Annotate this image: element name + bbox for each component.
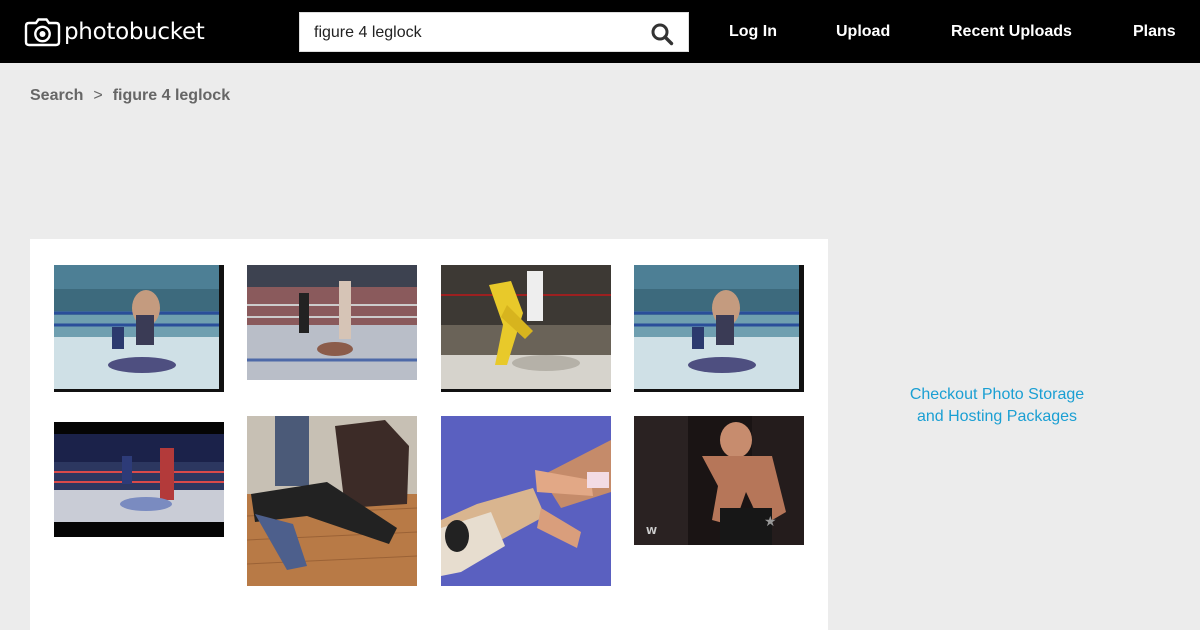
search-input[interactable]: [314, 22, 634, 44]
camera-logo-icon: [24, 17, 61, 46]
result-thumbnail[interactable]: [54, 265, 224, 392]
top-navigation-bar: photobucket Log In Upload Recent Uploads…: [0, 0, 1200, 63]
nav-login-link[interactable]: Log In: [729, 22, 777, 42]
wrestling-photo: W ★: [634, 416, 804, 545]
result-thumbnail[interactable]: [441, 265, 611, 392]
wrestling-photo: [441, 265, 611, 392]
wrestling-photo: [54, 422, 224, 537]
result-thumbnail[interactable]: [247, 265, 417, 380]
search-icon[interactable]: [650, 22, 674, 46]
result-thumbnail[interactable]: [54, 422, 224, 537]
breadcrumb-separator: >: [93, 87, 103, 104]
nav-plans-link[interactable]: Plans: [1133, 22, 1176, 42]
svg-text:★: ★: [764, 514, 777, 530]
nav-upload-link[interactable]: Upload: [836, 22, 890, 42]
result-thumbnail[interactable]: [441, 416, 611, 586]
wrestling-photo: [634, 265, 804, 392]
wrestling-photo: [247, 265, 417, 380]
nav-recent-uploads-link[interactable]: Recent Uploads: [951, 22, 1072, 42]
leglock-photo: [441, 416, 611, 586]
breadcrumb: Search > figure 4 leglock: [30, 87, 230, 105]
photobucket-logo[interactable]: photobucket: [24, 17, 205, 47]
search-results-panel: W ★: [30, 239, 828, 630]
result-thumbnail[interactable]: W ★: [634, 416, 804, 545]
promo-line-2: and Hosting Packages: [916, 408, 1078, 425]
promo-line-1: Checkout Photo Storage: [909, 386, 1085, 403]
breadcrumb-current: figure 4 leglock: [112, 87, 231, 104]
result-thumbnail[interactable]: [247, 416, 417, 586]
leglock-photo: [247, 416, 417, 586]
result-thumbnail[interactable]: [634, 265, 804, 392]
search-box: [299, 12, 689, 52]
wrestling-photo: [54, 265, 224, 392]
storage-promo-link[interactable]: Checkout Photo Storage and Hosting Packa…: [897, 384, 1097, 428]
logo-wordmark: photobucket: [64, 19, 205, 45]
breadcrumb-search-link[interactable]: Search: [30, 87, 83, 105]
svg-text:W: W: [646, 526, 657, 537]
